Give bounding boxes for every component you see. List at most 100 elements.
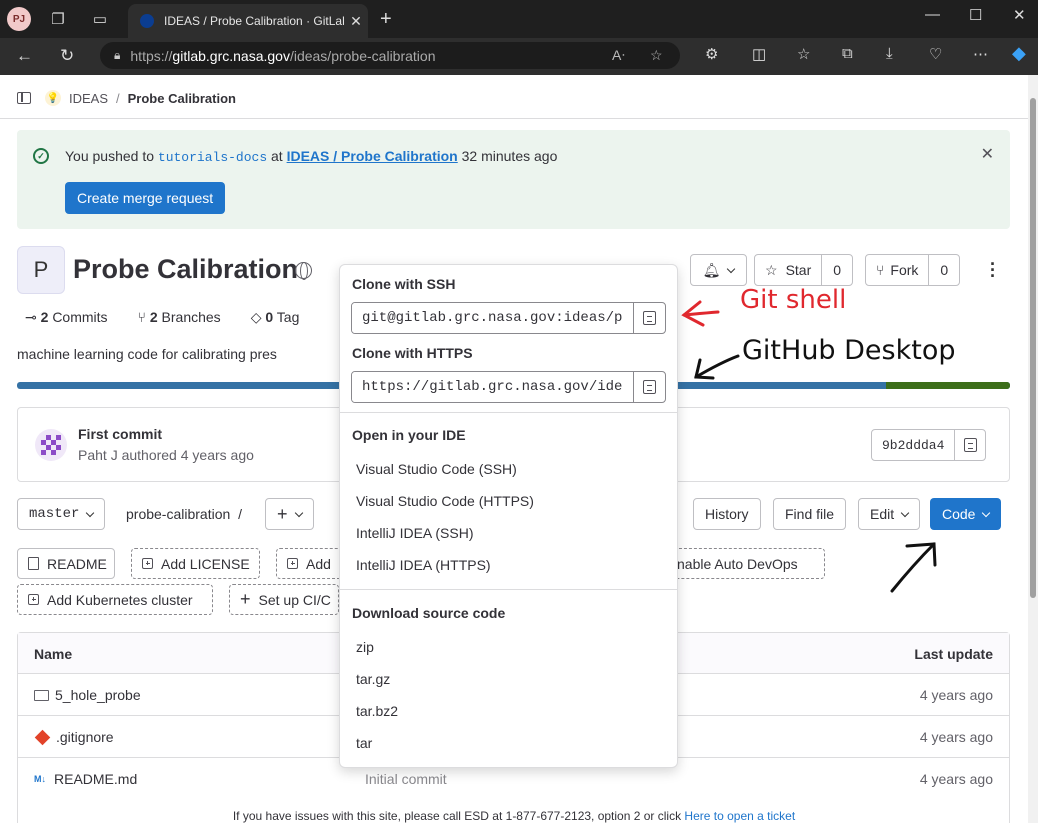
copilot-icon[interactable]: ◆ (1012, 43, 1026, 64)
close-tab-icon[interactable]: ✕ (344, 13, 368, 30)
fork-label: Fork (890, 262, 919, 278)
more-menu-icon[interactable]: ⋯ (973, 45, 988, 63)
code-button[interactable]: Code (930, 498, 1002, 530)
star-button[interactable]: ☆ Star 0 (754, 254, 854, 286)
extensions-icon[interactable]: ⚙ (705, 45, 718, 63)
favorites-icon[interactable]: ☆ (797, 45, 810, 63)
tab-bar: PJ ❐ ▭ IDEAS / Probe Calibration · GitLa… (0, 0, 1038, 38)
add-license-label: Add LICENSE (161, 555, 250, 572)
add-license-button[interactable]: Add LICENSE (131, 548, 260, 579)
health-icon[interactable]: ♡ (929, 45, 942, 63)
project-actions-icon[interactable]: · · · (990, 255, 996, 285)
file-name-text: .gitignore (56, 729, 114, 745)
notifications-button[interactable]: 🔔︎ (690, 254, 747, 286)
edit-button[interactable]: Edit (858, 498, 921, 530)
scrollbar-thumb[interactable] (1030, 98, 1036, 598)
file-name[interactable]: .gitignore (34, 729, 114, 745)
download-zip[interactable]: zip (356, 639, 374, 655)
language-bar-secondary[interactable] (886, 382, 1010, 389)
maximize-icon[interactable]: ☐ (969, 6, 982, 24)
alert-message: You pushed to tutorials-docs at IDEAS / … (65, 148, 557, 165)
fork-button[interactable]: ⑂ Fork 0 (865, 254, 961, 286)
tab-actions-icon[interactable]: ▭ (90, 9, 110, 29)
download-tar-bz2[interactable]: tar.bz2 (356, 703, 398, 719)
file-name[interactable]: 5_hole_probe (34, 687, 141, 703)
dismiss-alert-icon[interactable]: ✕ (981, 144, 994, 164)
tab-title: IDEAS / Probe Calibration · GitLab (164, 14, 344, 28)
ide-intellij-ssh[interactable]: IntelliJ IDEA (SSH) (356, 525, 473, 541)
downloads-icon[interactable]: ⤓ (886, 45, 893, 62)
add-to-tree-button[interactable]: + (265, 498, 314, 530)
copy-icon (643, 311, 656, 325)
history-button[interactable]: History (693, 498, 761, 530)
fork-icon: ⑂ (876, 262, 885, 278)
read-aloud-icon[interactable]: Aᐧ (612, 47, 625, 64)
profile-avatar[interactable]: PJ (7, 7, 31, 31)
scrollbar[interactable] (1028, 75, 1038, 823)
tag-icon: ◇ (250, 309, 262, 325)
branches-stat[interactable]: ⑂ 2 Branches (138, 309, 221, 326)
copy-https-button[interactable] (633, 372, 665, 402)
branches-label: Branches (161, 309, 221, 325)
split-screen-icon[interactable]: ◫ (752, 45, 766, 63)
close-window-icon[interactable]: ✕ (1013, 6, 1026, 24)
author-avatar[interactable] (35, 429, 67, 461)
back-icon[interactable]: ← (16, 46, 33, 66)
repo-path-root[interactable]: probe-calibration (126, 506, 230, 522)
url-field[interactable]: 🔒︎ https://gitlab.grc.nasa.gov/ideas/pro… (100, 42, 680, 69)
add-changelog-button[interactable]: Add (276, 548, 346, 579)
ide-vscode-ssh[interactable]: Visual Studio Code (SSH) (356, 461, 517, 477)
add-kubernetes-button[interactable]: Add Kubernetes cluster (17, 584, 213, 615)
copy-sha-button[interactable] (955, 430, 985, 460)
copy-ssh-button[interactable] (633, 303, 665, 333)
star-icon: ☆ (765, 261, 778, 278)
commits-stat[interactable]: ⊸ 2 Commits (25, 309, 108, 326)
nasa-favicon-icon (140, 14, 154, 28)
alert-project-link[interactable]: IDEAS / Probe Calibration (287, 148, 458, 164)
auto-devops-label: nable Auto DevOps (677, 555, 798, 572)
last-commit-message[interactable]: Initial commit (365, 771, 447, 787)
find-file-button[interactable]: Find file (773, 498, 847, 530)
commit-title[interactable]: First commit (78, 426, 162, 442)
download-tar-gz[interactable]: tar.gz (356, 671, 390, 687)
refresh-icon[interactable]: ↻ (60, 46, 74, 66)
sidebar-toggle-icon[interactable] (17, 92, 31, 104)
setup-ci-button[interactable]: + Set up CI/C (229, 584, 339, 615)
browser-chrome: PJ ❐ ▭ IDEAS / Probe Calibration · GitLa… (0, 0, 1038, 75)
ssh-url-input[interactable] (352, 303, 633, 333)
add-favorite-icon[interactable]: ☆ (650, 47, 663, 64)
create-merge-request-button[interactable]: Create merge request (65, 182, 226, 214)
collections-icon[interactable]: ⧉ (842, 45, 853, 62)
download-tar[interactable]: tar (356, 735, 372, 751)
new-tab-icon[interactable]: + (380, 8, 392, 31)
alert-prefix: You pushed to (65, 148, 158, 164)
fork-count[interactable]: 0 (928, 255, 959, 285)
clone-dropdown: Clone with SSH Clone with HTTPS Open in … (339, 264, 678, 768)
add-kubernetes-label: Add Kubernetes cluster (47, 591, 193, 608)
workspaces-icon[interactable]: ❐ (48, 9, 68, 29)
file-icon (28, 557, 39, 570)
plus-square-icon (28, 594, 39, 605)
enable-auto-devops-button[interactable]: nable Auto DevOps (660, 548, 825, 579)
public-visibility-icon (295, 262, 312, 280)
tags-stat[interactable]: ◇ 0 Tag (251, 309, 300, 326)
https-url-input[interactable] (352, 372, 633, 402)
breadcrumb-group[interactable]: IDEAS (69, 91, 108, 106)
branch-selector[interactable]: master (17, 498, 106, 530)
tags-count: 0 (265, 309, 274, 325)
file-name[interactable]: M↓ README.md (34, 771, 137, 787)
readme-button[interactable]: README (17, 548, 115, 579)
minimize-icon[interactable]: — (925, 6, 940, 23)
plus-icon: + (240, 589, 251, 609)
repo-path-separator: / (238, 506, 242, 522)
breadcrumb-project[interactable]: Probe Calibration (128, 91, 236, 106)
project-description: machine learning code for calibrating pr… (17, 346, 277, 362)
star-count[interactable]: 0 (821, 255, 852, 285)
ide-intellij-https[interactable]: IntelliJ IDEA (HTTPS) (356, 557, 491, 573)
ide-vscode-https[interactable]: Visual Studio Code (HTTPS) (356, 493, 534, 509)
chevron-down-icon (294, 508, 303, 517)
open-ticket-link[interactable]: Here to open a ticket (684, 809, 795, 823)
commit-sha[interactable]: 9b2ddda4 (872, 430, 956, 460)
browser-tab-active[interactable]: IDEAS / Probe Calibration · GitLab ✕ (128, 4, 368, 38)
alert-branch[interactable]: tutorials-docs (158, 150, 267, 165)
